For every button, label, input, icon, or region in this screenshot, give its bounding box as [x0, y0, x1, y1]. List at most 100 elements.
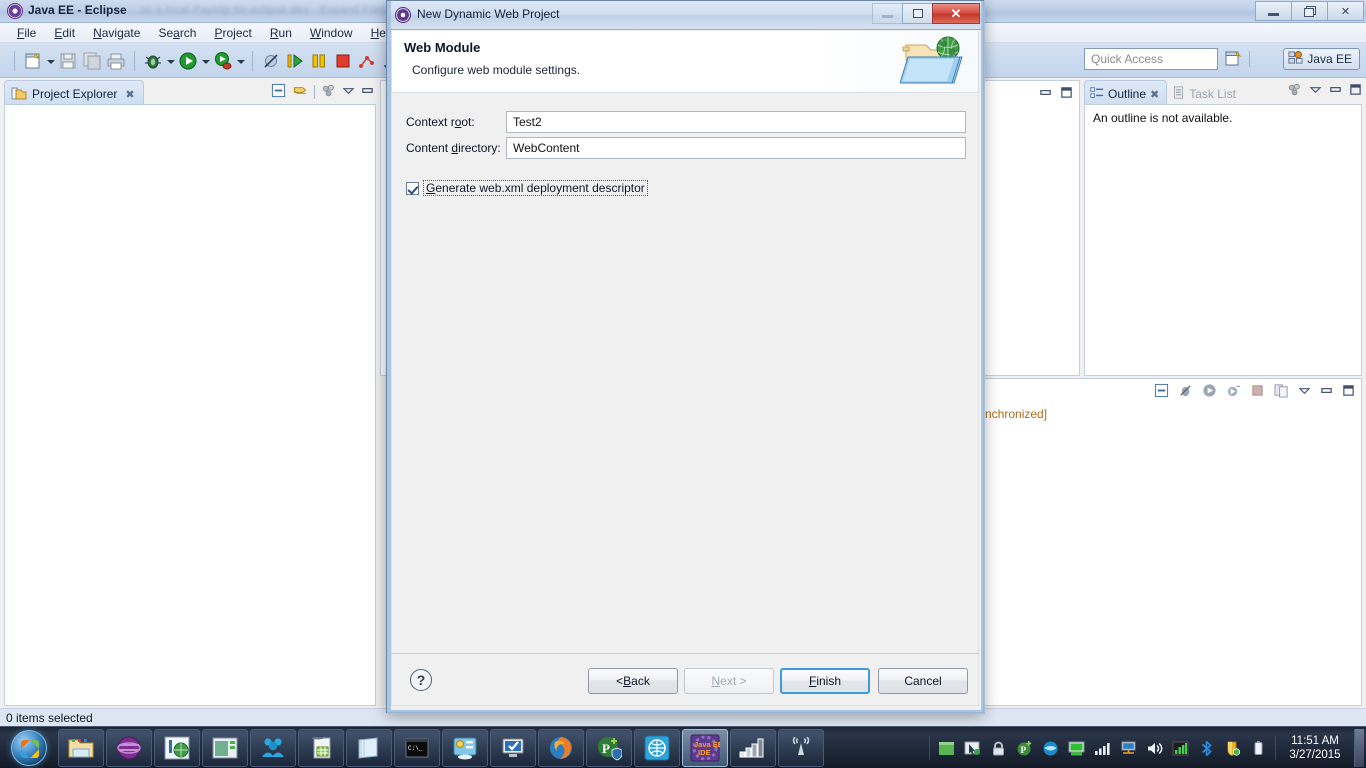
menu-file[interactable]: File: [8, 24, 45, 42]
perspective-java-ee-button[interactable]: Java EE: [1283, 48, 1360, 70]
maximize-icon[interactable]: [1342, 384, 1355, 400]
outline-empty-message: An outline is not available.: [1093, 111, 1233, 125]
taskbar-eclipse-java-ee[interactable]: Java EE IDE: [682, 729, 728, 767]
graph-icon[interactable]: [1172, 740, 1189, 757]
battery-icon[interactable]: [1250, 740, 1267, 757]
close-icon[interactable]: ✖: [125, 88, 134, 101]
lock-icon[interactable]: [990, 740, 1007, 757]
taskbar-media-player[interactable]: [106, 729, 152, 767]
run-dropdown-icon[interactable]: [200, 50, 211, 72]
taskbar-network-graph[interactable]: [730, 729, 776, 767]
run-external-tools-dropdown-icon[interactable]: [235, 50, 246, 72]
generate-webxml-checkbox-row[interactable]: Generate web.xml deployment descriptor: [406, 180, 648, 196]
new-wizard-dropdown-icon[interactable]: [45, 50, 56, 72]
taskbar-system-monitor[interactable]: [490, 729, 536, 767]
new-wizard-icon[interactable]: [22, 50, 44, 72]
close-icon[interactable]: ✖: [1150, 88, 1159, 101]
cancel-button[interactable]: Cancel: [878, 668, 968, 694]
taskbar-clock[interactable]: 11:51 AM 3/27/2015: [1276, 729, 1354, 767]
menu-window[interactable]: Window: [301, 24, 362, 42]
taskbar-paint-tool[interactable]: [154, 729, 200, 767]
next-annotation-icon[interactable]: [356, 50, 378, 72]
taskbar-pdf-tool[interactable]: P: [586, 729, 632, 767]
profile-icon[interactable]: [1226, 383, 1241, 401]
dialog-maximize-button[interactable]: [902, 3, 933, 24]
taskbar-team-viewer[interactable]: [250, 729, 296, 767]
collapse-all-icon[interactable]: [271, 83, 286, 101]
run-icon[interactable]: [1202, 383, 1217, 401]
speaker-icon[interactable]: [1146, 740, 1163, 757]
step-into-icon[interactable]: [284, 50, 306, 72]
run-external-tools-icon[interactable]: [212, 50, 234, 72]
cursor-icon[interactable]: [964, 740, 981, 757]
save-icon[interactable]: [57, 50, 79, 72]
clear-console-icon[interactable]: [1154, 383, 1169, 401]
dialog-minimize-button[interactable]: [872, 3, 903, 24]
taskbar-notepad-app[interactable]: [346, 729, 392, 767]
green-screen-icon[interactable]: [1068, 740, 1085, 757]
taskbar-presentation-app[interactable]: [202, 729, 248, 767]
eclipse-restore-button[interactable]: [1291, 1, 1328, 21]
taskbar-control-panel[interactable]: [442, 729, 488, 767]
signal-bars-icon[interactable]: [1094, 740, 1111, 757]
menu-search[interactable]: Search: [149, 24, 205, 42]
suspend-icon[interactable]: [308, 50, 330, 72]
tab-outline[interactable]: Outline ✖: [1084, 80, 1168, 104]
copy-icon[interactable]: [1274, 383, 1289, 401]
view-menu-icon[interactable]: [321, 83, 336, 101]
quick-access-input[interactable]: Quick Access: [1084, 48, 1218, 70]
maximize-icon[interactable]: [1060, 86, 1073, 102]
tab-task-list[interactable]: Task List: [1167, 80, 1243, 104]
minimize-icon[interactable]: [1039, 86, 1052, 102]
debug-icon[interactable]: [142, 50, 164, 72]
dialog-close-button[interactable]: ✕: [932, 3, 980, 24]
generate-webxml-label[interactable]: Generate web.xml deployment descriptor: [423, 180, 648, 196]
p-plus-icon[interactable]: P: [1016, 740, 1033, 757]
menu-project[interactable]: Project: [205, 24, 260, 42]
view-menu-icon[interactable]: [1298, 384, 1311, 400]
network-icon[interactable]: [1120, 740, 1137, 757]
menu-run[interactable]: Run: [261, 24, 301, 42]
menu-navigate[interactable]: Navigate: [84, 24, 149, 42]
bluetooth-icon[interactable]: [1198, 740, 1215, 757]
taskbar-wireless-tool[interactable]: [778, 729, 824, 767]
content-directory-input[interactable]: WebContent: [506, 137, 966, 159]
save-all-icon[interactable]: [81, 50, 103, 72]
finish-button[interactable]: Finish: [780, 668, 870, 694]
eclipse-close-button[interactable]: ✕: [1327, 1, 1364, 21]
debug-dropdown-icon[interactable]: [165, 50, 176, 72]
taskbar-windows-explorer[interactable]: [58, 729, 104, 767]
project-explorer-tree[interactable]: [4, 104, 376, 706]
menu-edit[interactable]: Edit: [45, 24, 84, 42]
minimize-icon[interactable]: [1329, 83, 1342, 99]
maximize-icon[interactable]: [1349, 83, 1362, 99]
help-icon[interactable]: ?: [410, 669, 432, 691]
context-root-input[interactable]: Test2: [506, 111, 966, 133]
start-button[interactable]: [4, 728, 54, 768]
taskbar-command-prompt[interactable]: C:\_: [394, 729, 440, 767]
run-icon[interactable]: [177, 50, 199, 72]
minimize-icon[interactable]: [361, 84, 374, 100]
chevron-down-icon[interactable]: [1309, 83, 1322, 99]
terminate-icon[interactable]: [332, 50, 354, 72]
generate-webxml-checkbox[interactable]: [406, 181, 419, 195]
taskbar-firefox-browser[interactable]: [538, 729, 584, 767]
eclipse-minimize-button[interactable]: [1255, 1, 1292, 21]
back-button[interactable]: < Back: [588, 668, 678, 694]
link-with-editor-icon[interactable]: [292, 83, 308, 101]
print-icon[interactable]: [105, 50, 127, 72]
green-window-icon[interactable]: [938, 740, 955, 757]
minimize-icon[interactable]: [1320, 384, 1333, 400]
skip-breakpoints-icon[interactable]: [1178, 383, 1193, 401]
chevron-down-icon[interactable]: [342, 84, 355, 100]
shield-icon[interactable]: [1224, 740, 1241, 757]
terminate-icon[interactable]: [1250, 383, 1265, 401]
show-desktop-button[interactable]: [1354, 729, 1364, 767]
taskbar-spreadsheet-app[interactable]: [298, 729, 344, 767]
open-perspective-icon[interactable]: [1224, 49, 1244, 69]
skip-all-breakpoints-icon[interactable]: [260, 50, 282, 72]
taskbar-globe-app[interactable]: [634, 729, 680, 767]
tab-project-explorer[interactable]: Project Explorer ✖: [4, 80, 144, 104]
view-menu-icon[interactable]: [1287, 82, 1302, 100]
blue-circle-icon[interactable]: [1042, 740, 1059, 757]
